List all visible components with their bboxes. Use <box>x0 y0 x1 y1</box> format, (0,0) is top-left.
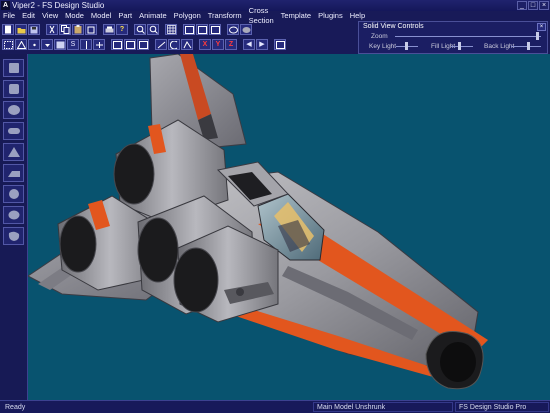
zoom-out-button[interactable] <box>147 24 159 35</box>
menu-edit[interactable]: Edit <box>19 11 39 21</box>
menu-template[interactable]: Template <box>278 11 315 21</box>
axis-y-button[interactable]: Y <box>212 39 224 50</box>
box-primitive-button[interactable] <box>3 59 24 77</box>
solid-view-controls-title: Solid View Controls <box>363 23 424 30</box>
menu-polygon[interactable]: Polygon <box>171 11 205 21</box>
maximize-button[interactable]: □ <box>528 1 538 10</box>
curve-tool-button[interactable] <box>168 39 180 50</box>
solid-view-controls-panel: Solid View Controls × Zoom Key Light Fil… <box>358 21 548 54</box>
open-folder-button[interactable] <box>15 24 27 35</box>
view-side-button[interactable] <box>196 24 208 35</box>
torus-primitive-button[interactable] <box>3 206 24 224</box>
menu-view[interactable]: View <box>39 11 62 21</box>
back-light-slider-thumb[interactable] <box>527 42 530 50</box>
menu-model[interactable]: Model <box>88 11 115 21</box>
move-button[interactable] <box>93 39 105 50</box>
panel-close-button[interactable]: × <box>537 23 546 31</box>
menu-mode[interactable]: Mode <box>62 11 88 21</box>
wedge-primitive-button[interactable] <box>3 164 24 182</box>
menu-help[interactable]: Help <box>347 11 369 21</box>
dropdown-arrow-button[interactable] <box>41 39 53 50</box>
paste-button[interactable] <box>72 24 84 35</box>
3d-viewport[interactable] <box>28 54 550 400</box>
fill-light-slider-thumb[interactable] <box>458 42 461 50</box>
primitive-toolbar <box>0 54 28 400</box>
rect-select-button[interactable] <box>111 39 123 50</box>
prev-frame-button[interactable]: ◀ <box>243 39 255 50</box>
smooth-button[interactable] <box>137 39 149 50</box>
cone-primitive-button[interactable] <box>3 143 24 161</box>
toolbar-edit: S X Y Z ◀ ▶ <box>0 37 360 52</box>
toolbar-main: ? <box>0 22 360 37</box>
zoom-label: Zoom <box>371 33 388 40</box>
select-button[interactable] <box>2 39 14 50</box>
save-button[interactable] <box>28 24 40 35</box>
polyline-tool-button[interactable] <box>181 39 193 50</box>
menu-file[interactable]: File <box>0 11 19 21</box>
zoom-slider-thumb[interactable] <box>536 32 539 40</box>
status-bar: Ready Main Model Unshrunk FS Design Stud… <box>0 400 550 413</box>
back-light-slider-track[interactable] <box>511 46 541 47</box>
lasso-select-button[interactable] <box>124 39 136 50</box>
zoom-in-button[interactable] <box>134 24 146 35</box>
menu-transform[interactable]: Transform <box>205 11 246 21</box>
print-button[interactable] <box>103 24 115 35</box>
view-3d-button[interactable] <box>227 24 239 35</box>
axis-x-button[interactable]: X <box>199 39 211 50</box>
view-solid-button[interactable] <box>240 24 252 35</box>
status-product: FS Design Studio Pro <box>455 402 549 412</box>
dome-primitive-button[interactable] <box>3 185 24 203</box>
axis-z-button[interactable]: Z <box>225 39 237 50</box>
menu-plugins[interactable]: Plugins <box>315 11 347 21</box>
properties-button[interactable] <box>54 39 66 50</box>
cut-button[interactable] <box>46 24 58 35</box>
viper-spacecraft-model <box>28 54 488 390</box>
capsule-primitive-button[interactable] <box>3 122 24 140</box>
mirror-button[interactable] <box>80 39 92 50</box>
cylinder-primitive-button[interactable] <box>3 80 24 98</box>
status-model: Main Model Unshrunk <box>313 402 453 412</box>
grid-button[interactable] <box>165 24 177 35</box>
back-light-label: Back Light <box>484 43 515 50</box>
point-tool-button[interactable] <box>28 39 40 50</box>
scale-button[interactable]: S <box>67 39 79 50</box>
render-button[interactable] <box>274 39 286 50</box>
sphere-primitive-button[interactable] <box>3 101 24 119</box>
next-frame-button[interactable]: ▶ <box>256 39 268 50</box>
app-icon: A <box>1 1 10 10</box>
key-light-slider-thumb[interactable] <box>405 42 408 50</box>
triangle-tool-button[interactable] <box>15 39 27 50</box>
menu-part[interactable]: Part <box>115 11 136 21</box>
zoom-slider-track[interactable] <box>395 36 541 37</box>
menu-bar: File Edit View Mode Model Part Animate P… <box>0 6 365 25</box>
window-title: Viper2 - FS Design Studio <box>12 1 105 10</box>
key-light-label: Key Light <box>369 43 397 50</box>
close-button[interactable]: × <box>539 1 549 10</box>
new-file-button[interactable] <box>2 24 14 35</box>
status-text: Ready <box>5 404 26 411</box>
view-top-button[interactable] <box>209 24 221 35</box>
line-tool-button[interactable] <box>155 39 167 50</box>
freeform-primitive-button[interactable] <box>3 227 24 245</box>
help-button[interactable]: ? <box>116 24 128 35</box>
copy-button[interactable] <box>59 24 71 35</box>
minimize-button[interactable]: _ <box>517 1 527 10</box>
fill-light-slider-track[interactable] <box>451 46 473 47</box>
delete-button[interactable] <box>85 24 97 35</box>
view-front-button[interactable] <box>183 24 195 35</box>
menu-animate[interactable]: Animate <box>136 11 171 21</box>
